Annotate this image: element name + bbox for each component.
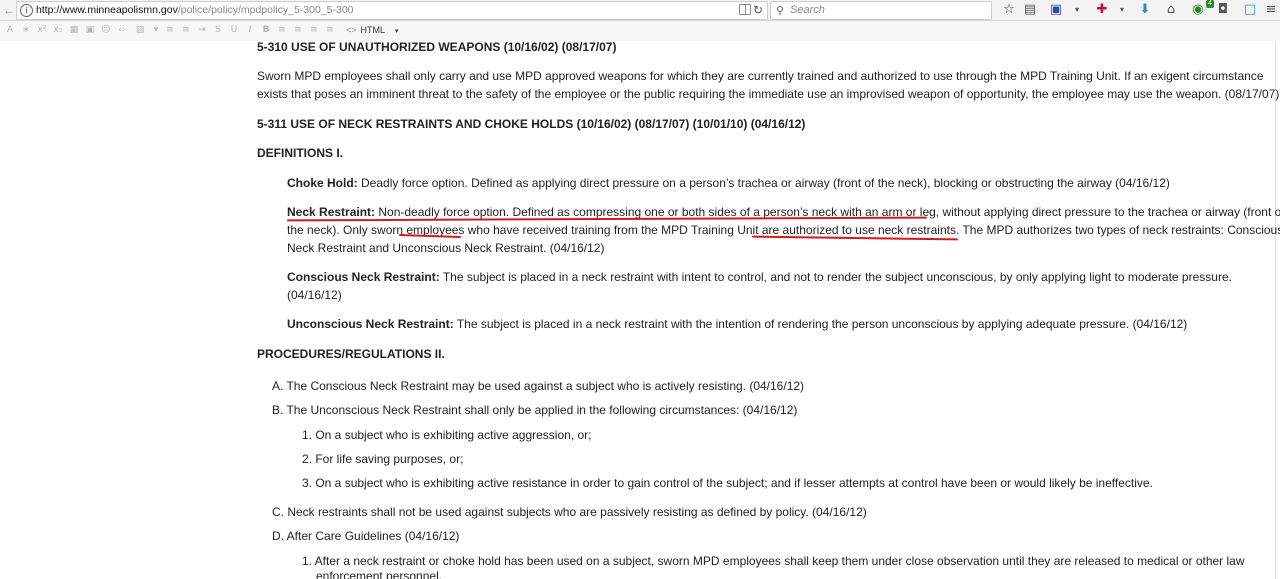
url-host: http://www.minneapolismn.gov [36, 4, 178, 16]
dropdown-icon[interactable]: ▾ [150, 24, 162, 36]
download-arrow-icon[interactable]: ⬇ [1136, 1, 1154, 19]
html-mode-dropdown-icon: ▾ [395, 28, 399, 35]
term-label: Neck Restraint: [287, 205, 376, 219]
underline-icon[interactable]: U [228, 24, 240, 36]
italic-icon[interactable]: I [244, 24, 256, 36]
scrollbar-track[interactable] [1275, 41, 1276, 579]
code-icon[interactable]: ‹› [116, 24, 128, 36]
list-item: 1. After a neck restraint or choke hold … [302, 554, 1245, 568]
html-mode-label: HTML [360, 25, 386, 35]
url-text[interactable]: http://www.minneapolismn.gov/police/poli… [36, 2, 354, 19]
addon-badge: 4 [1206, 0, 1214, 8]
definition-conscious: Conscious Neck Restraint: The subject is… [287, 268, 1232, 286]
term-label: Unconscious Neck Restraint: [287, 317, 454, 331]
definition-text: The subject is placed in a neck restrain… [439, 270, 1232, 284]
list-item: 3. On a subject who is exhibiting active… [302, 476, 1153, 490]
section-heading-5-311: 5-311 USE OF NECK RESTRAINTS AND CHOKE H… [257, 117, 806, 131]
align-right-icon[interactable]: ≡ [308, 24, 320, 36]
html-code-icon: <> [346, 25, 357, 35]
list-item: D. After Care Guidelines (04/16/12) [272, 529, 460, 543]
address-bar[interactable]: i http://www.minneapolismn.gov/police/po… [16, 1, 768, 20]
list-item: 2. For life saving purposes, or; [302, 452, 464, 466]
procedures-heading: PROCEDURES/REGULATIONS II. [257, 347, 445, 361]
addon-green-icon[interactable]: ◉ [1189, 1, 1207, 19]
text-style-icon[interactable]: ∗ [20, 24, 32, 36]
paint-icon[interactable]: ▨ [134, 24, 146, 36]
definition-text: Deadly force option. Defined as applying… [357, 176, 1170, 190]
bookmark-star-icon[interactable]: ☆ [1000, 1, 1018, 19]
justify-icon[interactable]: ≡ [324, 24, 336, 36]
numbered-list-icon[interactable]: ≡ [180, 24, 192, 36]
definition-text: The subject is placed in a neck restrain… [453, 317, 1188, 331]
screenshot-icon[interactable]: □ [1241, 1, 1259, 19]
url-path: /police/policy/mpdpolicy_5-300_5-300 [177, 4, 354, 16]
site-info-icon[interactable]: i [20, 4, 33, 17]
search-icon: ⚲ [776, 4, 785, 17]
definition-choke-hold: Choke Hold: Deadly force option. Defined… [287, 174, 1170, 192]
term-label: Choke Hold: [287, 176, 358, 190]
align-center-icon[interactable]: ≡ [292, 24, 304, 36]
html-editor-toolbar: A ∗ x² x₂ ▦ ▣ ☺ ‹› ▨ ▾ ≡ ≡ ⇥ S U I B ≡ ≡… [0, 21, 1280, 41]
dropdown-arrow-icon[interactable]: ▾ [1068, 1, 1086, 19]
list-item: 1. On a subject who is exhibiting active… [302, 428, 592, 442]
paragraph-line: enforcement personnel. [316, 569, 443, 579]
section-heading-5-310: 5-310 USE OF UNAUTHORIZED WEAPONS (10/16… [257, 41, 617, 54]
save-disk-icon[interactable]: ▣ [1047, 1, 1065, 19]
list-item: A. The Conscious Neck Restraint may be u… [272, 379, 805, 393]
reload-icon[interactable]: ↻ [753, 2, 763, 18]
strike-icon[interactable]: S [212, 24, 224, 36]
indent-icon[interactable]: ⇥ [196, 24, 208, 36]
definition-unconscious: Unconscious Neck Restraint: The subject … [287, 315, 1187, 333]
search-bar[interactable]: ⚲ Search [770, 1, 992, 20]
bullet-list-icon[interactable]: ≡ [164, 24, 176, 36]
paragraph-line: (04/16/12) [287, 288, 342, 302]
definitions-heading: DEFINITIONS I. [257, 146, 344, 160]
table-icon[interactable]: ▦ [68, 24, 80, 36]
smiley-icon[interactable]: ☺ [100, 24, 112, 36]
addon-red-icon[interactable]: ✚ [1093, 1, 1111, 19]
image-icon[interactable]: ▣ [84, 24, 96, 36]
reading-list-icon[interactable]: ▤ [1021, 1, 1039, 19]
paragraph-line: exists that poses an imminent threat to … [257, 87, 1280, 101]
list-item: C. Neck restraints shall not be used aga… [272, 505, 867, 519]
subscript-icon[interactable]: x₂ [52, 24, 64, 36]
page-content: 5-310 USE OF UNAUTHORIZED WEAPONS (10/16… [0, 41, 1280, 579]
clear-format-icon[interactable]: A [4, 24, 16, 36]
paragraph-line: Neck Restraint and Unconscious Neck Rest… [287, 241, 605, 255]
browser-toolbar: ← i http://www.minneapolismn.gov/police/… [0, 0, 1280, 21]
chat-bubbles-icon[interactable]: ◘ [1214, 1, 1232, 19]
dropdown-arrow-icon-2[interactable]: ▾ [1113, 1, 1131, 19]
home-icon[interactable]: ⌂ [1162, 1, 1180, 19]
back-arrow-icon[interactable]: ← [2, 2, 16, 18]
html-mode-toggle[interactable]: <> HTML ▾ [346, 24, 399, 36]
search-placeholder: Search [790, 4, 825, 16]
term-label: Conscious Neck Restraint: [287, 270, 440, 284]
align-left-icon[interactable]: ≡ [276, 24, 288, 36]
list-item: B. The Unconscious Neck Restraint shall … [272, 403, 798, 417]
paragraph-line: Sworn MPD employees shall only carry and… [257, 69, 1264, 83]
menu-icon[interactable]: ≡ [1262, 1, 1280, 19]
bold-icon[interactable]: B [260, 24, 272, 36]
reader-view-icon[interactable] [739, 4, 751, 15]
superscript-icon[interactable]: x² [36, 24, 48, 36]
